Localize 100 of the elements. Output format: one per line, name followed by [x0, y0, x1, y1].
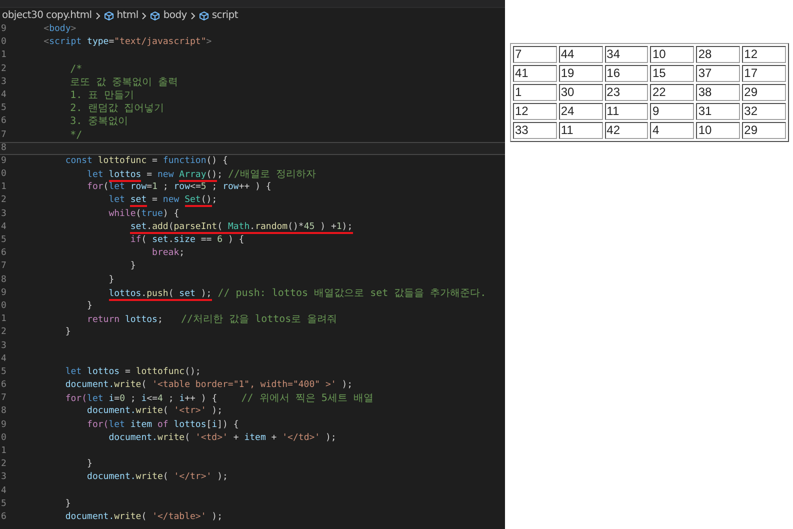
line-number: 5 — [0, 234, 8, 247]
line-number: 0 — [0, 432, 8, 445]
line-number: 3 — [0, 76, 8, 89]
line-number: 8 — [0, 142, 8, 154]
code-line: } — [64, 498, 71, 511]
table-cell: 44 — [558, 46, 603, 63]
code-line: <body> — [42, 23, 76, 36]
code-line: let lottos = lottofunc(); — [64, 366, 201, 379]
line-number: 2 — [0, 458, 8, 472]
code-line: 3. 중복없이 — [69, 115, 128, 128]
line-number: 3 — [0, 471, 8, 484]
code-line: /* — [69, 62, 82, 76]
line-number: 9 — [0, 286, 8, 300]
table-cell: 17 — [742, 65, 786, 82]
line-number: 9 — [0, 418, 8, 432]
table-cell: 15 — [650, 65, 694, 82]
line-number: 2 — [0, 194, 8, 208]
table-cell: 29 — [742, 84, 786, 101]
code-line: } — [108, 274, 114, 287]
table-cell: 22 — [650, 84, 694, 101]
line-number: 6 — [0, 115, 8, 128]
line-number: 4 — [0, 220, 8, 234]
code-line: } — [129, 260, 136, 274]
table-cell: 16 — [604, 65, 648, 82]
table-cell: 7 — [513, 46, 557, 63]
table-cell: 10 — [696, 122, 740, 139]
code-line: 1. 표 만들기 — [69, 88, 134, 102]
line-number: 5 — [0, 498, 8, 511]
line-number: 6 — [0, 510, 8, 524]
cube-icon — [150, 10, 160, 20]
table-cell: 37 — [696, 65, 740, 82]
line-number: 4 — [0, 352, 8, 366]
code-line: for(let i=0 ; i<=4 ; i++ ) { // 위에서 찍은 5세트 배열 — [64, 392, 374, 406]
line-number: 4 — [0, 88, 8, 102]
code-line: 2. 랜덤값 집어넣기 — [69, 102, 164, 116]
table-cell: 4 — [650, 122, 694, 139]
line-number: 5 — [0, 102, 8, 116]
table-cell: 30 — [558, 84, 603, 101]
line-number: 9 — [0, 154, 8, 168]
table-cell: 19 — [558, 65, 603, 82]
table-cell: 23 — [604, 84, 648, 101]
code-line: } — [64, 326, 71, 340]
table-cell: 11 — [558, 122, 603, 139]
chevron-icon — [94, 12, 101, 20]
line-number: 0 — [0, 168, 8, 182]
line-number: 2 — [0, 62, 8, 76]
line-number: 6 — [0, 247, 8, 260]
chevron-icon — [141, 12, 148, 20]
table-cell: 34 — [604, 46, 648, 63]
table-cell: 1 — [513, 84, 557, 101]
line-number: 9 — [0, 23, 8, 36]
line-number: 7 — [0, 128, 8, 142]
code-line: } — [86, 300, 92, 313]
code-line: for(let row=1 ; row<=5 ; row++ ) { — [86, 181, 272, 194]
line-number: 7 — [0, 392, 8, 406]
line-number: 3 — [0, 340, 8, 352]
symbol-breadcrumb[interactable]: script — [212, 10, 238, 21]
line-number: 0 — [0, 300, 8, 313]
line-number: 8 — [0, 405, 8, 418]
table-cell: 10 — [650, 46, 694, 63]
symbol-breadcrumb[interactable]: body — [163, 10, 187, 21]
table-cell: 24 — [558, 103, 603, 120]
line-number: 2 — [0, 326, 8, 340]
code-line: for(let item of lottos[i]) { — [86, 418, 239, 432]
line-number: 1 — [0, 49, 8, 62]
code-line: lottos.push( set ); // push: lottos 배열값으로 set 값들을 추가해준다. — [108, 286, 486, 300]
code-line: 로또 값 중복없이 출력 — [69, 76, 178, 89]
table-cell: 29 — [742, 122, 786, 139]
line-number: 1 — [0, 445, 8, 458]
code-line: set.add(parseInt( Math.random()*45 ) +1); — [129, 220, 353, 234]
line-number: 1 — [0, 181, 8, 194]
line-number: 8 — [0, 274, 8, 287]
file-breadcrumb[interactable]: object30 copy.html — [2, 10, 92, 21]
code-line: let lottos = new Array(); //배열로 정리하자 — [86, 168, 316, 182]
code-line: while(true) { — [108, 208, 180, 221]
line-number: 4 — [0, 484, 8, 498]
code-line: } — [86, 458, 92, 472]
code-line: <script type="text/javascript"> — [42, 36, 212, 50]
line-number: 3 — [0, 208, 8, 221]
table-cell: 31 — [696, 103, 740, 120]
code-line: let set = new Set(); — [108, 194, 218, 208]
cube-icon — [104, 10, 114, 20]
cube-icon — [198, 10, 209, 20]
line-number: 5 — [0, 366, 8, 379]
table-cell: 41 — [513, 65, 557, 82]
table-cell: 12 — [742, 46, 786, 63]
table-cell: 28 — [696, 46, 740, 63]
table-cell: 12 — [513, 103, 557, 120]
code-line: document.write( '<tr>' ); — [86, 405, 223, 418]
symbol-breadcrumb[interactable]: html — [116, 10, 138, 21]
code-line: document.write( '<table border="1", width="400" >' ); — [64, 379, 353, 392]
table-cell: 33 — [513, 122, 557, 139]
chevron-icon — [190, 12, 196, 20]
line-number: 0 — [0, 36, 8, 50]
code-line: */ — [69, 128, 82, 142]
code-line: break; — [151, 247, 185, 260]
line-number: 1 — [0, 313, 8, 326]
line-number: 7 — [0, 260, 8, 274]
table-cell: 11 — [604, 103, 648, 120]
table-cell: 38 — [696, 84, 740, 101]
